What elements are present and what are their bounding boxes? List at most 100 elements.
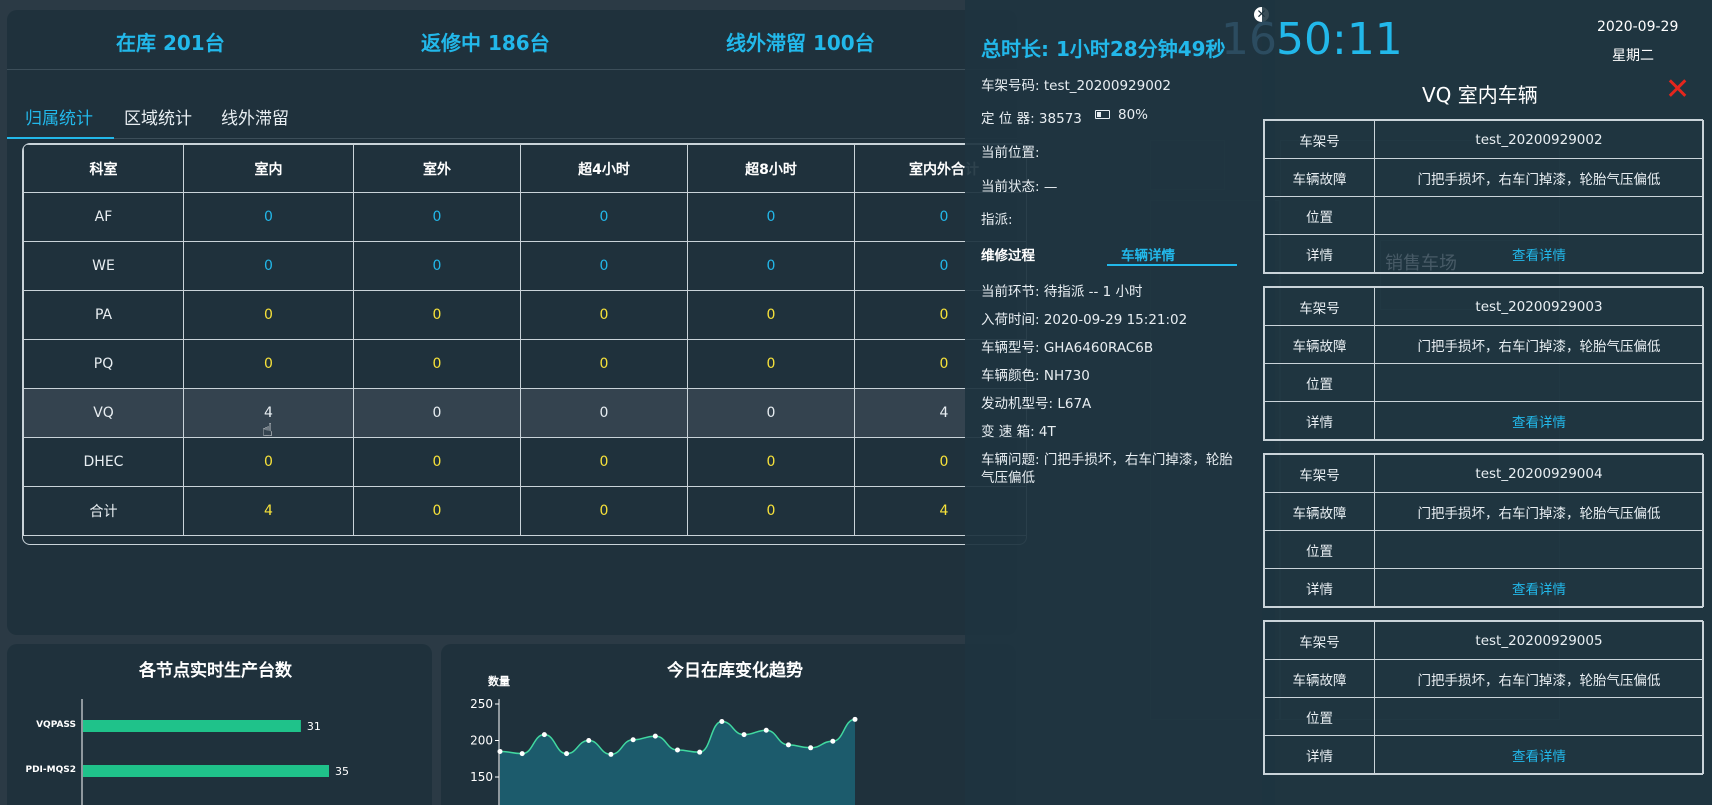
subtab-underline	[1107, 264, 1237, 266]
trend-point[interactable]	[519, 751, 525, 757]
cell-outdoor[interactable]: 0	[353, 388, 521, 438]
assign-line: 指派:	[981, 212, 1013, 228]
key-position: 位置	[1264, 530, 1375, 569]
cell-over8h[interactable]: 0	[687, 241, 855, 291]
bar[interactable]	[83, 765, 329, 777]
tab-underline	[7, 137, 114, 139]
vehicle-vin: test_20200929004	[1374, 454, 1704, 493]
cell-over4h[interactable]: 0	[520, 241, 688, 291]
header-dept: 科室	[23, 144, 184, 193]
key-vin: 车架号	[1264, 454, 1375, 493]
view-detail-link[interactable]: 查看详情	[1374, 735, 1704, 774]
dashboard-root: 在库 201台 返修中 186台 线外滞留 100台 归属统计 区域统计 线外滞…	[0, 0, 1712, 805]
tab-vehicle-detail[interactable]: 车辆详情	[1121, 244, 1175, 264]
vehicle-fault: 门把手损坏，右车门掉漆，轮胎气压偏低	[1374, 492, 1704, 531]
key-fault: 车辆故障	[1264, 158, 1375, 197]
table-row[interactable]: PQ 0 0 0 0 0	[23, 339, 1026, 389]
trend-area-chart: 数量 250 200 150	[470, 674, 858, 805]
trend-point[interactable]	[785, 742, 791, 748]
cell-outdoor[interactable]: 0	[353, 290, 521, 340]
tab-offline[interactable]: 线外滞留	[221, 104, 289, 129]
row-dept: PQ	[23, 339, 184, 389]
view-detail-link[interactable]: 查看详情	[1374, 568, 1704, 607]
table-row-highlighted[interactable]: VQ 4 0 0 0 4	[23, 388, 1026, 438]
trend-point[interactable]	[541, 732, 547, 738]
bar-label: PDI-MQS2	[25, 765, 76, 775]
cell-outdoor[interactable]: 0	[353, 339, 521, 389]
tab-repair-process[interactable]: 维修过程	[981, 244, 1035, 264]
cell-outdoor[interactable]: 0	[353, 486, 521, 536]
cell-indoor[interactable]: 0	[183, 437, 354, 487]
view-detail-link[interactable]: 查看详情	[1374, 401, 1704, 440]
cell-over4h[interactable]: 0	[520, 388, 688, 438]
y-tick-label: 150	[470, 770, 493, 784]
trend-point[interactable]	[830, 738, 836, 744]
vehicle-position	[1374, 196, 1704, 235]
cell-over8h[interactable]: 0	[687, 486, 855, 536]
trend-point[interactable]	[608, 751, 614, 757]
repairing-stat: 返修中 186台	[421, 31, 550, 55]
table-row-total[interactable]: 合计 4 0 0 0 4	[23, 486, 1026, 536]
table-row[interactable]: AF 0 0 0 0 0	[23, 192, 1026, 242]
header-indoor: 室内	[183, 144, 354, 193]
cell-outdoor[interactable]: 0	[353, 437, 521, 487]
vehicle-card: 车架号 test_20200929003 车辆故障 门把手损坏，右车门掉漆，轮胎气压…	[1263, 286, 1704, 441]
trend-point[interactable]	[497, 748, 503, 754]
date-label: 2020-09-29	[1597, 19, 1679, 35]
info-problem-cont: 气压偏低	[981, 470, 1035, 486]
cell-indoor[interactable]: 0	[183, 290, 354, 340]
position-line: 当前位置:	[981, 145, 1040, 161]
trend-point[interactable]	[763, 727, 769, 733]
cell-over8h[interactable]: 0	[687, 437, 855, 487]
key-fault: 车辆故障	[1264, 659, 1375, 698]
row-dept: VQ	[23, 388, 184, 438]
pointer-cursor-icon: ☝	[262, 420, 273, 441]
trend-point[interactable]	[697, 749, 703, 755]
trend-point[interactable]	[630, 737, 636, 743]
tab-ownership[interactable]: 归属统计	[25, 104, 93, 129]
cell-indoor[interactable]: 0	[183, 339, 354, 389]
trend-point[interactable]	[719, 719, 725, 725]
key-detail: 详情	[1264, 234, 1375, 273]
main-panel: 在库 201台 返修中 186台 线外滞留 100台 归属统计 区域统计 线外滞…	[7, 10, 1027, 635]
cell-indoor[interactable]: 0	[183, 241, 354, 291]
trend-point[interactable]	[652, 733, 658, 739]
cell-over4h[interactable]: 0	[520, 339, 688, 389]
cell-over8h[interactable]: 0	[687, 192, 855, 242]
key-detail: 详情	[1264, 568, 1375, 607]
cell-outdoor[interactable]: 0	[353, 192, 521, 242]
view-detail-link[interactable]: 查看详情	[1374, 234, 1704, 273]
offline-stat: 线外滞留 100台	[726, 31, 875, 55]
cell-indoor[interactable]: 4	[183, 486, 354, 536]
stats-table: 科室 室内 室外 超4小时 超8小时 室内外合计 AF 0 0 0 0 0 WE…	[22, 143, 1027, 545]
trend-point[interactable]	[852, 716, 858, 722]
info-stage: 当前环节: 待指派 -- 1 小时	[981, 284, 1143, 300]
bar[interactable]	[83, 720, 301, 732]
cell-indoor[interactable]: 0	[183, 192, 354, 242]
table-row[interactable]: WE 0 0 0 0 0	[23, 241, 1026, 291]
tab-area[interactable]: 区域统计	[124, 104, 192, 129]
clock-hours: 16	[1221, 14, 1277, 65]
table-row[interactable]: PA 0 0 0 0 0	[23, 290, 1026, 340]
node-bar-chart: VQPASS 31 PDI-MQS2 35	[25, 699, 349, 805]
vin-line: 车架号码: test_20200929002	[981, 78, 1171, 94]
cell-over8h[interactable]: 0	[687, 290, 855, 340]
vehicle-position	[1374, 530, 1704, 569]
trend-point[interactable]	[808, 745, 814, 751]
locator-line: 定 位 器: 38573	[981, 111, 1082, 127]
trend-point[interactable]	[675, 747, 680, 753]
cell-over4h[interactable]: 0	[520, 290, 688, 340]
cell-over8h[interactable]: 0	[687, 339, 855, 389]
cell-over4h[interactable]: 0	[520, 192, 688, 242]
key-vin: 车架号	[1264, 621, 1375, 660]
close-icon[interactable]: ✕	[1665, 75, 1690, 105]
trend-point[interactable]	[741, 732, 747, 738]
table-row[interactable]: DHEC 0 0 0 0 0	[23, 437, 1026, 487]
cell-over4h[interactable]: 0	[520, 486, 688, 536]
cell-over8h[interactable]: 0	[687, 388, 855, 438]
trend-point[interactable]	[586, 738, 592, 743]
cell-over4h[interactable]: 0	[520, 437, 688, 487]
in-stock-stat: 在库 201台	[116, 31, 225, 55]
cell-outdoor[interactable]: 0	[353, 241, 521, 291]
trend-point[interactable]	[564, 751, 570, 757]
